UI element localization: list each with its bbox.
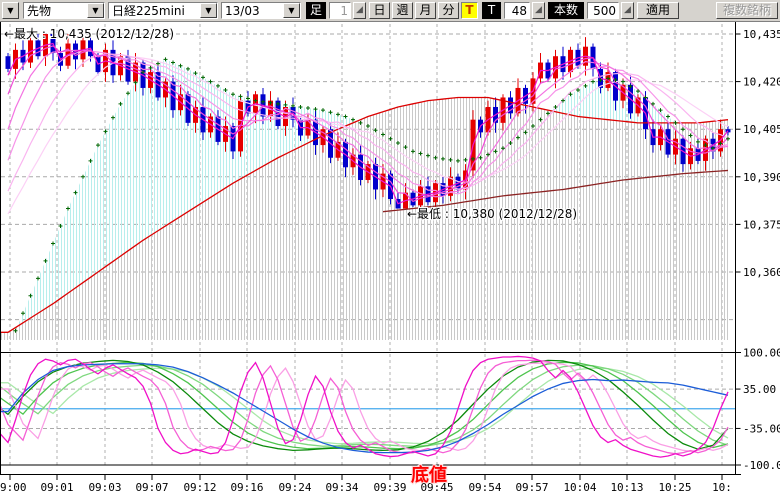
time-axis-label: 10:04 <box>563 481 596 494</box>
session-low-annotation: ←最低 : 10,380 (2012/12/28) <box>407 207 577 221</box>
spinner-icon: ◢ <box>356 5 363 15</box>
bar-interval-spinner[interactable]: ◢ <box>353 2 366 19</box>
time-axis-label: 10:25 <box>658 481 691 494</box>
time-axis-label: 09:39 <box>373 481 406 494</box>
multi-symbol-button[interactable]: 複数銘柄 <box>716 2 778 19</box>
time-axis-label: 09:12 <box>183 481 216 494</box>
price-chart-surface[interactable]: 10,435 10,420 10,405 10,390 10,375 10,360 100.… <box>0 0 780 501</box>
time-axis-label: 10: <box>712 481 732 494</box>
oscillator-axis-label: 35.00 <box>743 383 776 396</box>
nav-dropdown-button[interactable]: ▼ <box>2 2 19 19</box>
oscillator-axis-label: -35.00 <box>743 422 780 435</box>
session-high-annotation: ←最大 : 10,435 (2012/12/28) <box>4 27 174 41</box>
time-axis-label: 09:07 <box>135 481 168 494</box>
bar-count-spinner[interactable]: ◢ <box>621 2 634 19</box>
rci-green-light1-line <box>1 362 729 448</box>
instrument-value: 日経225mini <box>109 3 200 18</box>
oscillator-axis-label: -100.00 <box>743 459 780 472</box>
chevron-down-icon[interactable]: ▼ <box>87 3 104 18</box>
bar-count-label: 本数 <box>548 2 584 19</box>
chevron-down-icon[interactable]: ▼ <box>283 3 300 18</box>
apply-button[interactable]: 適用 <box>637 2 679 19</box>
oscillator-axis-label: 100.00 <box>743 347 780 360</box>
toolbar: ▼ 先物 ▼ 日経225mini ▼ 13/03 ▼ 足 1 ◢ 日 週 月 分… <box>0 0 780 22</box>
category-combobox[interactable]: 先物 ▼ <box>23 2 105 19</box>
time-axis-label: 09:03 <box>88 481 121 494</box>
spinner-icon: ◢ <box>624 5 631 15</box>
price-axis-label: 10,405 <box>743 123 780 136</box>
price-axis-label: 10,390 <box>743 171 780 184</box>
candle-body <box>6 56 11 69</box>
rci-green-light3-line <box>1 368 729 444</box>
chart-application-window: ▼ 先物 ▼ 日経225mini ▼ 13/03 ▼ 足 1 ◢ 日 週 月 分… <box>0 0 780 501</box>
tick-count-spinner[interactable]: ◢ <box>532 2 545 19</box>
price-axis-label: 10,360 <box>743 266 780 279</box>
time-axis-label: 09:01 <box>40 481 73 494</box>
price-axis-label: 10,420 <box>743 76 780 89</box>
time-axis-label: 09:34 <box>325 481 358 494</box>
period-week-button[interactable]: 週 <box>392 2 413 19</box>
time-axis-label: 09:00 <box>0 481 27 494</box>
category-value: 先物 <box>24 3 87 18</box>
period-minute-button[interactable]: 分 <box>438 2 459 19</box>
rci-oscillator-lines <box>1 356 736 457</box>
time-axis-label: 09:57 <box>515 481 548 494</box>
period-day-button[interactable]: 日 <box>369 2 390 19</box>
time-axis-label: 09:24 <box>278 481 311 494</box>
instrument-combobox[interactable]: 日経225mini ▼ <box>108 2 218 19</box>
ma-area-fills <box>1 59 729 348</box>
tick-count-label: T <box>482 2 501 19</box>
spinner-icon: ◢ <box>535 5 542 15</box>
period-month-button[interactable]: 月 <box>415 2 436 19</box>
contract-month-value: 13/03 <box>222 3 283 18</box>
time-axis-label: 09:16 <box>230 481 263 494</box>
bar-type-label: 足 <box>306 2 326 19</box>
tick-count-field[interactable]: 48 <box>504 2 530 19</box>
contract-month-combobox[interactable]: 13/03 ▼ <box>221 2 301 19</box>
rci-pink2-line <box>1 360 729 454</box>
time-axis-label: 10:13 <box>610 481 643 494</box>
price-axis-label: 10,435 <box>743 28 780 41</box>
bottom-price-annotation: 底値 <box>411 464 447 486</box>
bar-interval-field[interactable]: 1 <box>329 2 351 19</box>
time-axis-label: 09:54 <box>468 481 501 494</box>
chevron-down-icon: ▼ <box>7 6 13 15</box>
bar-count-field[interactable]: 500 <box>587 2 619 19</box>
price-axis-label: 10,375 <box>743 218 780 231</box>
chevron-down-icon[interactable]: ▼ <box>200 3 217 18</box>
rci-green-light2-line <box>1 365 729 446</box>
period-tick-button-active[interactable]: T <box>461 2 478 19</box>
